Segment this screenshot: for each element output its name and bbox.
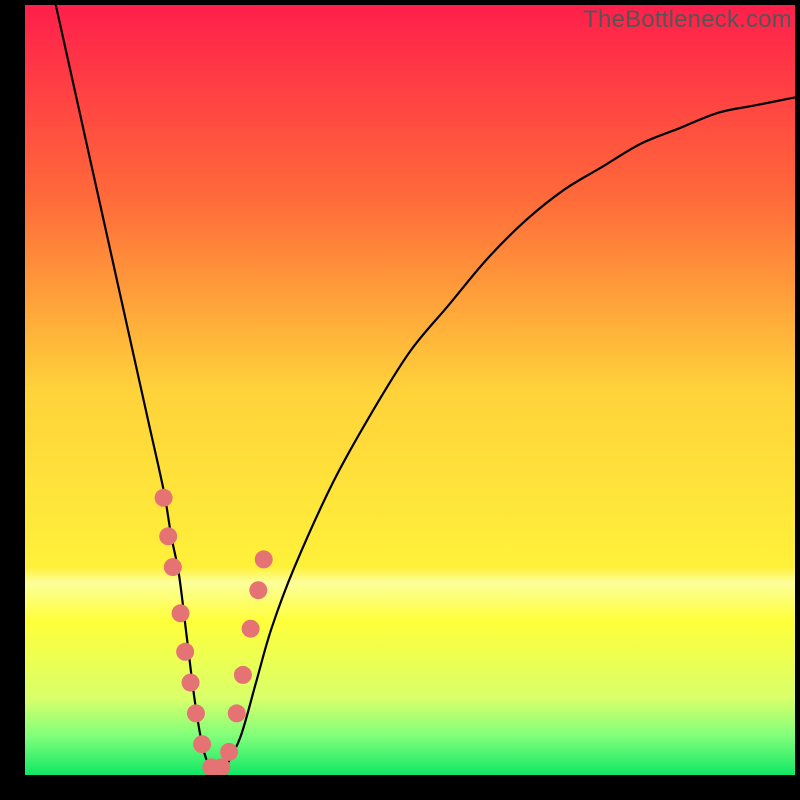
marker-point <box>172 604 190 622</box>
marker-point <box>242 620 260 638</box>
marker-point <box>228 704 246 722</box>
marker-point <box>187 704 205 722</box>
marker-point <box>159 527 177 545</box>
marker-point <box>182 674 200 692</box>
marker-point <box>164 558 182 576</box>
marker-point <box>249 581 267 599</box>
plot-area <box>25 5 795 775</box>
marker-point <box>155 489 173 507</box>
marker-point <box>193 735 211 753</box>
marker-point <box>234 666 252 684</box>
bottleneck-curve <box>56 5 795 775</box>
marker-point <box>255 550 273 568</box>
watermark-text: TheBottleneck.com <box>583 6 792 34</box>
marker-point <box>220 743 238 761</box>
chart-frame: TheBottleneck.com <box>0 0 800 800</box>
marker-point <box>176 643 194 661</box>
marker-points <box>155 489 273 775</box>
curve-layer <box>25 5 795 775</box>
